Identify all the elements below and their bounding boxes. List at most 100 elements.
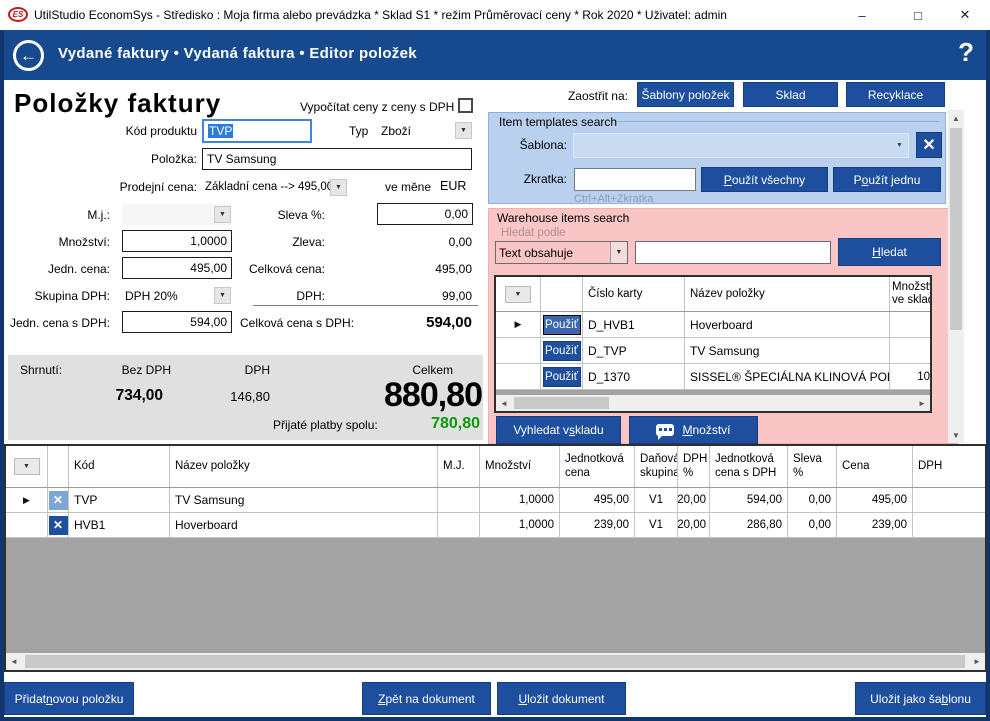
- items-row[interactable]: ▶ ✕ TVP TV Samsung 1,0000 495,00 V1 20,0…: [6, 488, 985, 513]
- prodejni-cena-combobox[interactable]: Základní cena --> 495,00 ▼: [202, 176, 347, 198]
- polozka-value: TV Samsung: [207, 152, 276, 166]
- items-header-selector: ▼: [6, 446, 48, 487]
- qty-cell: [890, 338, 930, 363]
- warehouse-row[interactable]: Použiť D_1370 SISSEL® ŠPECIÁLNA KLINOVÁ …: [496, 364, 930, 390]
- scroll-right-icon[interactable]: ►: [914, 395, 930, 411]
- use-row-button[interactable]: Použiť: [543, 315, 581, 335]
- maximize-button[interactable]: □: [896, 0, 940, 30]
- mnozstvi-input[interactable]: 1,0000: [122, 230, 232, 252]
- sleva-value: 0,00: [445, 207, 468, 221]
- name-cell: TV Samsung: [685, 338, 890, 363]
- mena-value: EUR: [440, 179, 466, 193]
- scroll-right-icon[interactable]: ►: [969, 654, 985, 670]
- scroll-left-icon[interactable]: ◄: [496, 395, 512, 411]
- focus-warehouse-button[interactable]: Sklad: [743, 82, 838, 107]
- filter-value: Text obsahuje: [496, 246, 610, 260]
- right-scrollbar-thumb[interactable]: [950, 128, 962, 330]
- page-title: Položky faktury: [14, 88, 221, 119]
- items-header-dph: DPH: [913, 446, 985, 487]
- items-scrollbar-thumb[interactable]: [25, 655, 965, 668]
- warehouse-row[interactable]: Použiť D_TVP TV Samsung: [496, 338, 930, 364]
- vat-checkbox[interactable]: [458, 98, 473, 113]
- mj-combobox[interactable]: ▼: [122, 204, 231, 225]
- sablona-dropdown-icon[interactable]: ▼: [891, 137, 908, 154]
- quantity-button[interactable]: Množství: [629, 416, 758, 444]
- quantity-button-label: Množství: [682, 423, 730, 437]
- warehouse-scrollbar-thumb[interactable]: [514, 397, 609, 409]
- prodejni-cena-dropdown-icon[interactable]: ▼: [330, 179, 347, 196]
- row-pointer-icon: ▶: [515, 319, 522, 330]
- focus-templates-button[interactable]: Šablony položek: [637, 82, 734, 107]
- zkratka-input[interactable]: [574, 168, 696, 191]
- summary-label: Shrnutí:: [20, 363, 62, 377]
- warehouse-row[interactable]: ▶ Použiť D_HVB1 Hoverboard: [496, 312, 930, 338]
- jedn-cena-s-dph-input[interactable]: 594,00: [122, 311, 232, 333]
- platby-value: 780,80: [388, 415, 480, 433]
- warehouse-h-scrollbar[interactable]: ◄ ►: [496, 395, 930, 411]
- cena-cell: 239,00: [837, 513, 913, 537]
- scroll-left-icon[interactable]: ◄: [6, 654, 22, 670]
- back-to-document-button[interactable]: Zpět na dokument: [362, 682, 491, 715]
- use-one-button[interactable]: Použít jednu: [833, 167, 941, 192]
- use-all-button[interactable]: Použít všechny: [701, 167, 828, 192]
- warehouse-filter-dropdown-icon[interactable]: ▼: [505, 286, 531, 303]
- skupina-dph-dropdown-icon[interactable]: ▼: [214, 287, 231, 304]
- sablona-clear-button[interactable]: ✕: [916, 132, 942, 158]
- items-h-scrollbar[interactable]: ◄ ►: [6, 653, 985, 670]
- delete-row-button[interactable]: ✕: [49, 516, 68, 535]
- jedn-cena-input[interactable]: 495,00: [122, 257, 232, 279]
- mnozstvi-cell: 1,0000: [480, 513, 560, 537]
- find-in-warehouse-button[interactable]: Vyhledat v skladu: [496, 416, 621, 444]
- groupbox-line: [617, 121, 939, 122]
- filter-combobox[interactable]: Text obsahuje ▼: [495, 241, 628, 264]
- items-header-dph-pct: DPH %: [678, 446, 710, 487]
- dph-header: DPH: [188, 363, 270, 377]
- polozka-input[interactable]: TV Samsung: [202, 148, 472, 170]
- total-separator: [253, 305, 478, 306]
- typ-combobox[interactable]: Zboží ▼: [378, 120, 472, 141]
- focus-recycle-button[interactable]: Recyklace: [846, 82, 945, 107]
- use-row-button[interactable]: Použiť: [543, 341, 581, 361]
- scroll-up-icon[interactable]: ▲: [948, 110, 964, 126]
- chat-bubble-icon: [656, 424, 674, 436]
- hledat-button[interactable]: Hledat: [838, 238, 941, 266]
- items-row[interactable]: ✕ HVB1 Hoverboard 1,0000 239,00 V1 20,00…: [6, 513, 985, 538]
- typ-dropdown-icon[interactable]: ▼: [455, 122, 472, 139]
- jedn-cena-value: 495,00: [190, 261, 227, 275]
- add-item-button[interactable]: Přidat novou položku: [4, 682, 134, 715]
- warehouse-search-input[interactable]: [635, 241, 831, 264]
- minimize-button[interactable]: –: [840, 0, 884, 30]
- help-button[interactable]: ?: [958, 37, 974, 68]
- right-v-scrollbar[interactable]: ▲ ▼: [948, 110, 964, 443]
- celkova-cena-value: 495,00: [380, 262, 472, 276]
- use-row-button[interactable]: Použiť: [543, 367, 581, 387]
- items-header-kod: Kód: [69, 446, 170, 487]
- items-filter-dropdown-icon[interactable]: ▼: [14, 458, 40, 475]
- dph-total: 146,80: [188, 389, 270, 404]
- filter-dropdown-icon[interactable]: ▼: [610, 242, 627, 263]
- nazev-cell: TV Samsung: [170, 488, 438, 512]
- jedn-cena-s-dph-value: 594,00: [190, 315, 227, 329]
- kod-cell: TVP: [69, 488, 170, 512]
- kod-produktu-input[interactable]: TVP: [202, 119, 312, 143]
- scroll-down-icon[interactable]: ▼: [948, 427, 964, 443]
- delete-row-button[interactable]: ✕: [49, 491, 68, 510]
- name-cell: Hoverboard: [685, 312, 890, 337]
- sablona-label: Šablona:: [509, 138, 567, 152]
- items-header-cena: Cena: [837, 446, 913, 487]
- clear-x-icon: ✕: [922, 135, 935, 155]
- dph-cell: [913, 488, 985, 512]
- item-templates-title: Item templates search: [499, 115, 617, 129]
- mj-dropdown-icon[interactable]: ▼: [214, 206, 231, 223]
- use-cell: Použiť: [541, 364, 583, 389]
- card-cell: D_1370: [583, 364, 685, 389]
- header: ← Vydané faktury • Vydaná faktura • Edit…: [0, 30, 990, 80]
- save-document-button[interactable]: Uložit dokument: [497, 682, 626, 715]
- sablona-combobox[interactable]: ▼: [573, 133, 909, 158]
- close-button[interactable]: ✕: [943, 0, 987, 30]
- sleva-input[interactable]: 0,00: [377, 203, 473, 225]
- skupina-dph-combobox[interactable]: DPH 20% ▼: [122, 285, 231, 306]
- back-button[interactable]: ←: [13, 40, 44, 71]
- save-as-template-button[interactable]: Uložit jako šablonu: [855, 682, 986, 715]
- sleva-cell: 0,00: [788, 488, 837, 512]
